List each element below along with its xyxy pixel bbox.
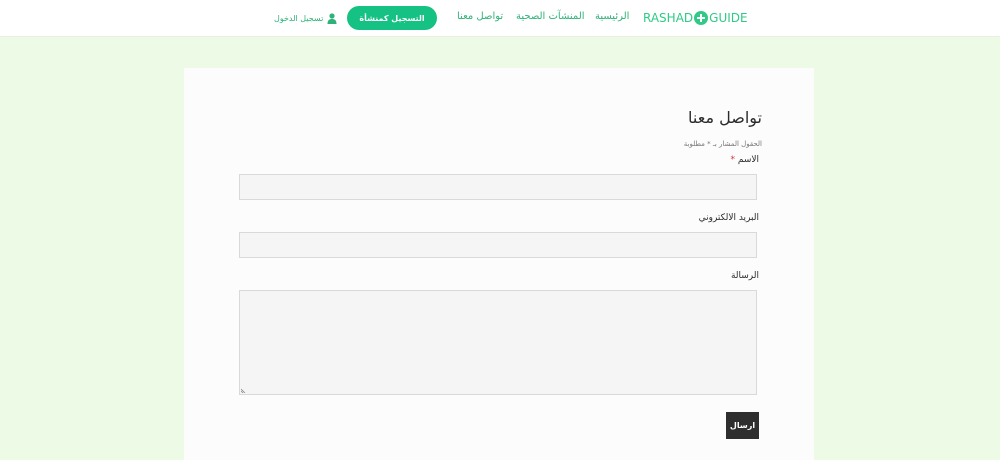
- name-label: الاسم *: [730, 155, 759, 165]
- nav-link-health-facilities[interactable]: المنشآت الصحية: [516, 11, 585, 22]
- site-logo[interactable]: RASHAD GUIDE: [643, 10, 748, 26]
- required-fields-note: الحقول المشار بـ * مطلوبة: [683, 140, 762, 148]
- login-label: تسجيل الدخول: [274, 13, 324, 23]
- user-icon: [327, 12, 337, 24]
- message-field[interactable]: [239, 290, 757, 395]
- login-link[interactable]: تسجيل الدخول: [274, 11, 337, 25]
- contact-form-card: تواصل معنا الحقول المشار بـ * مطلوبة الا…: [184, 68, 814, 460]
- logo-text-rashad: RASHAD: [643, 11, 694, 25]
- name-label-text: الاسم: [737, 155, 759, 165]
- name-field[interactable]: [239, 174, 757, 200]
- nav-link-home[interactable]: الرئيسية: [595, 11, 629, 22]
- logo-text-guide: GUIDE: [709, 11, 748, 25]
- required-star: *: [730, 155, 735, 165]
- email-field[interactable]: [239, 232, 757, 258]
- page-title: تواصل معنا: [688, 108, 762, 127]
- nav-link-contact-us[interactable]: تواصل معنا: [457, 11, 503, 22]
- email-label: البريد الالكتروني: [698, 213, 759, 223]
- submit-button[interactable]: ارسال: [726, 412, 759, 439]
- medical-cross-icon: [694, 11, 709, 25]
- register-facility-button[interactable]: التسجيل كمنشأة: [347, 6, 437, 30]
- resize-handle-icon[interactable]: [241, 387, 247, 393]
- message-label: الرسالة: [730, 271, 759, 281]
- site-header: RASHAD GUIDE الرئيسية المنشآت الصحية توا…: [0, 0, 1000, 37]
